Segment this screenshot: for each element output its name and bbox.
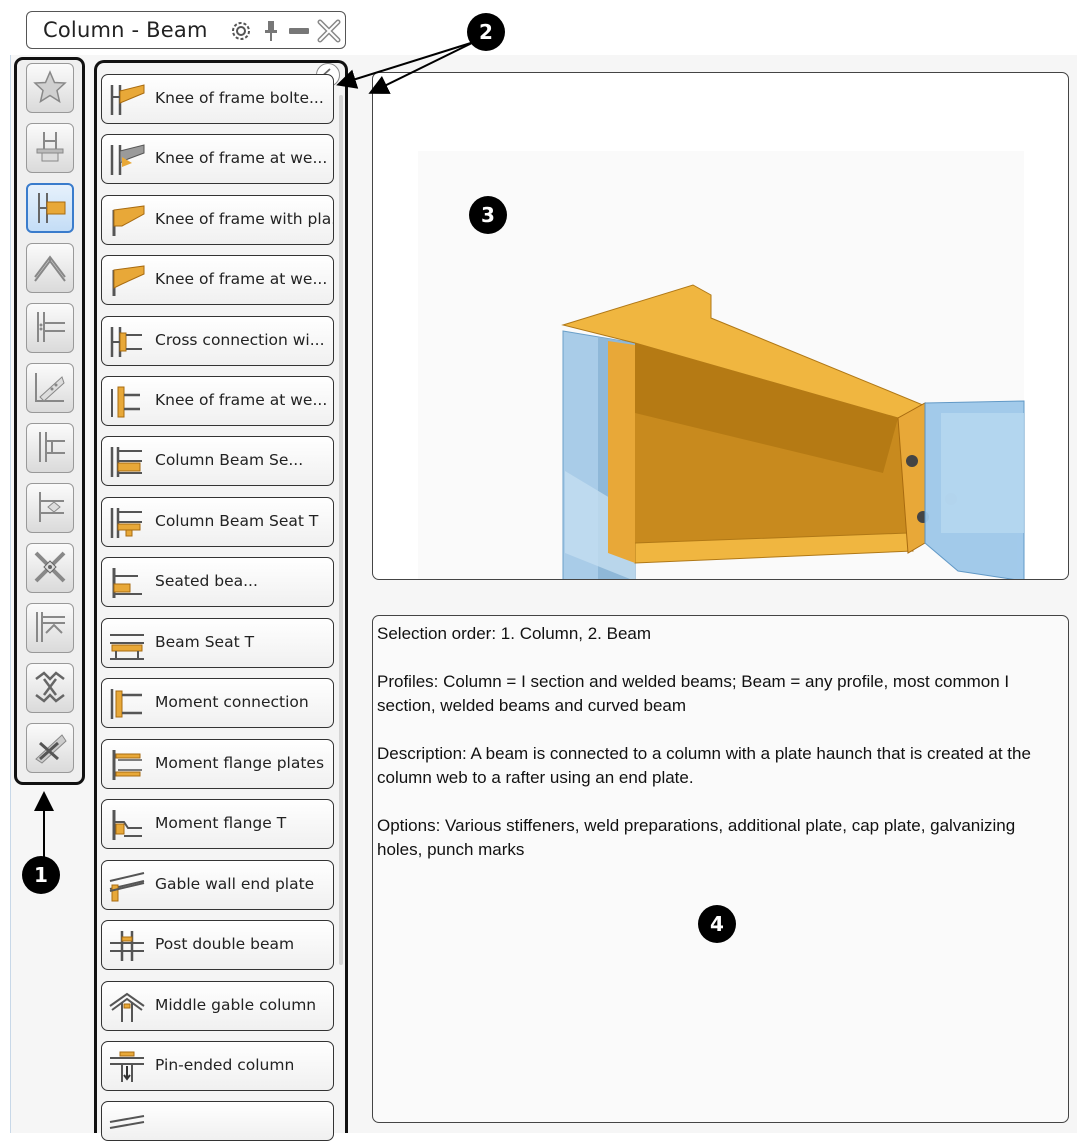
- category-toolbar: [14, 57, 85, 785]
- category-beam-beam[interactable]: [26, 303, 74, 353]
- connection-item[interactable]: Seated bea...: [101, 557, 334, 607]
- callout-badge: 3: [469, 196, 507, 234]
- moment-connection-icon: [110, 689, 142, 719]
- category-shear[interactable]: [26, 423, 74, 473]
- cross-connection-icon: [110, 327, 142, 357]
- post-double-beam-icon: [110, 931, 144, 961]
- tube-connection-icon: [35, 671, 65, 703]
- connection-item[interactable]: Pin-ended column: [101, 1041, 334, 1091]
- connection-description: Selection order: 1. Column, 2. Beam Prof…: [372, 615, 1069, 1123]
- frame-icon: [36, 612, 65, 642]
- gable-wall-end-plate-icon: [109, 872, 145, 902]
- connection-item[interactable]: Knee of frame at we...: [101, 376, 334, 426]
- bracing-icon: [35, 373, 65, 402]
- base-plate-icon: [36, 132, 64, 162]
- category-splice[interactable]: [26, 483, 74, 533]
- description-text: Description: A beam is connected to a co…: [377, 744, 1031, 787]
- connection-item[interactable]: Post double beam: [101, 920, 334, 970]
- knee-frame-web-icon: [112, 265, 145, 296]
- options-text: Options: Various stiffeners, weld prepar…: [377, 816, 1016, 859]
- cross-bracing-icon: [34, 551, 66, 583]
- category-bracing[interactable]: [26, 363, 74, 413]
- category-frame[interactable]: [26, 603, 74, 653]
- connection-item[interactable]: Knee of frame at we...: [101, 134, 334, 184]
- category-tube[interactable]: [26, 663, 74, 713]
- connection-item[interactable]: Knee of frame bolte...: [101, 74, 334, 124]
- knee-frame-web-icon: [111, 386, 140, 418]
- category-apex[interactable]: [26, 243, 74, 293]
- connection-item[interactable]: Knee of frame at we...: [101, 255, 334, 305]
- category-disabled[interactable]: [26, 723, 74, 773]
- column-beam-seat-t-icon: [110, 508, 142, 538]
- profiles-text: Profiles: Column = I section and welded …: [377, 672, 1010, 715]
- callout-badge: 1: [22, 856, 60, 894]
- column-beam-icon: [38, 193, 66, 223]
- category-cross-bracing[interactable]: [26, 543, 74, 593]
- connection-list-scrollbar[interactable]: [339, 95, 343, 965]
- moment-flange-t-icon: [112, 810, 142, 840]
- window-title: Column - Beam: [43, 18, 208, 42]
- connection-3d-preview-image: [418, 151, 1025, 579]
- shear-connection-icon: [39, 432, 65, 462]
- connection-item[interactable]: [101, 1101, 334, 1141]
- knee-frame-web-icon: [110, 144, 145, 175]
- connection-item[interactable]: Knee of frame with pla...: [101, 195, 334, 245]
- close-icon[interactable]: [317, 19, 341, 43]
- beam-beam-icon: [37, 312, 65, 342]
- knee-frame-bolted-icon: [110, 84, 145, 115]
- connection-item[interactable]: Middle gable column: [101, 981, 334, 1031]
- connection-item[interactable]: Cross connection wi...: [101, 316, 334, 366]
- apex-icon: [34, 255, 66, 282]
- seated-beam-icon: [112, 568, 142, 598]
- pin-ended-beam-icon: [109, 1115, 145, 1129]
- window-titlebar: Column - Beam: [26, 11, 346, 49]
- connection-item[interactable]: Column Beam Se...: [101, 436, 334, 486]
- category-favorites[interactable]: [26, 63, 74, 113]
- beam-seat-t-icon: [110, 634, 144, 660]
- callout-badge: 4: [698, 905, 736, 943]
- pin-ended-column-icon: [110, 1051, 144, 1082]
- disabled-connection-icon: [35, 734, 67, 764]
- minimize-icon[interactable]: [287, 19, 311, 43]
- column-beam-seat-icon: [110, 447, 142, 477]
- connection-item[interactable]: Moment connection: [101, 678, 334, 728]
- connection-item[interactable]: Moment flange plates: [101, 739, 334, 789]
- connection-item[interactable]: Moment flange T: [101, 799, 334, 849]
- star-icon: [33, 70, 67, 104]
- category-column-beam[interactable]: [26, 183, 74, 233]
- callout-badge: 2: [467, 13, 505, 51]
- connection-item[interactable]: Gable wall end plate: [101, 860, 334, 910]
- selection-order-text: Selection order: 1. Column, 2. Beam: [377, 624, 652, 643]
- middle-gable-column-icon: [109, 992, 145, 1022]
- moment-flange-plates-icon: [112, 750, 142, 780]
- gear-icon[interactable]: [229, 19, 253, 43]
- connection-item[interactable]: Column Beam Seat T: [101, 497, 334, 547]
- pin-icon[interactable]: [259, 19, 283, 43]
- category-base-plates[interactable]: [26, 123, 74, 173]
- connection-preview: [372, 72, 1069, 580]
- knee-frame-plate-icon: [112, 205, 145, 236]
- beam-splice-icon: [39, 492, 64, 522]
- connection-item[interactable]: Beam Seat T: [101, 618, 334, 668]
